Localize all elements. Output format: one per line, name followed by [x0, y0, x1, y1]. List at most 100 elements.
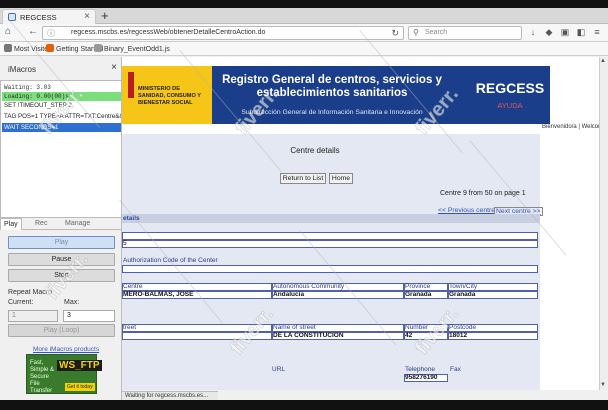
tab-title: REGCESS	[20, 13, 57, 22]
auth-code-label: Authorization Code of the Center	[123, 257, 218, 264]
province-label: Province	[405, 283, 431, 290]
sidebar-icon[interactable]: ◧	[576, 27, 586, 37]
more-products-link[interactable]: More iMacros products	[33, 346, 99, 353]
play-button[interactable]: Play	[8, 236, 115, 249]
page-title: Centre details	[290, 146, 340, 155]
centre-label: Centre	[123, 283, 143, 290]
macro-editor[interactable]: Waiting: 3.03 Loading: 0.00(00)s SET !TI…	[0, 80, 122, 218]
url-label: URL	[272, 366, 286, 373]
bookmark-label: Binary_EventOdd1.js	[104, 46, 170, 53]
detail-row	[122, 240, 538, 248]
brand-name[interactable]: REGCESS	[470, 80, 550, 96]
telephone-label: Telephone	[405, 366, 435, 373]
ad-text: Fast, Simple & Secure File Transfer	[30, 360, 55, 394]
site-title: Registro General de centros, servicios y…	[222, 74, 442, 99]
home-icon[interactable]: ⌂	[5, 26, 11, 37]
ministry-name: MINISTERIO DE SANIDAD, CONSUMO Y BIENEST…	[138, 86, 201, 106]
macro-line[interactable]: TAG POS=1 TYPE=A ATTR=TXT:Centre&&TITLE:…	[2, 112, 121, 121]
search-icon: ⚲	[413, 28, 419, 37]
max-label: Max:	[64, 299, 80, 306]
telephone-value: 958276190	[405, 374, 438, 381]
screen: REGCESS × + ⌂ ← ⓘ regcess.mscbs.es/regce…	[0, 0, 608, 410]
download-icon[interactable]: ↓	[528, 27, 538, 37]
auth-code-field	[122, 265, 538, 273]
macro-line-selected[interactable]: WAIT SECONDS=1	[2, 123, 121, 132]
ad-banner[interactable]: Fast, Simple & Secure File Transfer WS_F…	[26, 354, 102, 394]
scroll-up-icon[interactable]: ▲	[600, 58, 606, 64]
bottom-frame	[0, 400, 608, 410]
search-input[interactable]: ⚲ Search	[408, 26, 522, 40]
section-header: etails	[122, 214, 540, 223]
centre-value: MERO-BALMAS, JOSE	[123, 291, 194, 298]
ad-button[interactable]: Get it today	[65, 383, 95, 391]
fax-label: Fax	[450, 366, 461, 373]
town-value: Granada	[449, 291, 476, 298]
right-margin	[540, 134, 608, 390]
back-icon[interactable]: ←	[28, 26, 38, 37]
stop-button[interactable]: Stop	[8, 269, 115, 282]
bookmark-icon	[4, 44, 12, 52]
detail-value: 5	[123, 240, 127, 247]
new-tab-button[interactable]: +	[101, 8, 109, 23]
detail-row	[122, 232, 538, 240]
bookmark-icon	[94, 44, 102, 52]
tab-manage[interactable]: Manage	[62, 218, 93, 230]
play-loop-button[interactable]: Play (Loop)	[8, 324, 115, 337]
number-value: 42	[405, 332, 413, 339]
firefox-icon	[46, 44, 54, 52]
pause-button[interactable]: Pause	[8, 253, 115, 266]
tab-play[interactable]: Play	[0, 218, 22, 230]
community-value: Andalucía	[273, 291, 305, 298]
help-link[interactable]: AYUDA	[470, 101, 550, 110]
info-icon[interactable]: ⓘ	[47, 28, 55, 39]
imacros-tabs: Play Rec Manage	[0, 218, 122, 230]
province-value: Granada	[405, 291, 432, 298]
menu-icon[interactable]: ≡	[592, 27, 602, 37]
reload-icon[interactable]: ↻	[391, 28, 399, 39]
postcode-label: Postcode	[449, 324, 477, 331]
url-text: regcess.mscbs.es/regcessWeb/obtenerDetal…	[71, 29, 266, 36]
number-label: Number	[405, 324, 429, 331]
max-field[interactable]: 3	[63, 310, 115, 322]
imacros-title: iMacros	[8, 65, 37, 74]
extension-icon[interactable]: ◆	[544, 27, 554, 37]
scroll-down-icon[interactable]: ▼	[600, 382, 606, 388]
addon-icon[interactable]: ▣	[560, 27, 570, 37]
town-label: Town/City	[449, 283, 478, 290]
street-label: treet	[123, 324, 137, 331]
close-icon[interactable]: ×	[111, 62, 117, 73]
site-favicon-icon	[8, 13, 16, 21]
loading-line: Loading: 0.00(00)s	[2, 92, 121, 101]
scrollbar[interactable]	[599, 57, 608, 390]
tab-close-icon[interactable]: ×	[84, 11, 90, 22]
url-bar[interactable]: ⓘ regcess.mscbs.es/regcessWeb/obtenerDet…	[42, 26, 404, 40]
cell	[122, 332, 272, 340]
site-subtitle: Subdirección General de Información Sani…	[241, 109, 423, 116]
current-field: 1	[8, 310, 58, 322]
street-name-value: DE LA CONSTITUCION	[273, 332, 344, 339]
top-frame	[0, 0, 608, 8]
status-bar: Waiting for regcess.mscbs.es...	[122, 391, 218, 400]
repeat-label: Repeat Macro	[8, 289, 52, 296]
tab-rec[interactable]: Rec	[32, 218, 50, 230]
ad-logo: WS_FTP	[57, 360, 102, 371]
macro-line[interactable]: SET !TIMEOUT_STEP 2	[2, 101, 121, 110]
flag-stripe-icon	[128, 72, 134, 98]
welcome-text[interactable]: Bienvenido/a | Welcome	[542, 124, 606, 130]
cell	[122, 283, 272, 291]
home-button[interactable]: Home	[329, 173, 353, 184]
ministry-logo[interactable]: MINISTERIO DE SANIDAD, CONSUMO Y BIENEST…	[122, 66, 212, 124]
pager-text: Centre 9 from 50 on page 1	[440, 190, 526, 197]
previous-centre-link[interactable]: << Previous centre	[438, 207, 495, 214]
return-to-list-button[interactable]: Return to List	[280, 173, 326, 184]
status-line: Waiting: 3.03	[4, 84, 51, 91]
cell	[122, 324, 272, 332]
current-label: Current:	[8, 299, 34, 306]
street-name-label: Name of street	[273, 324, 316, 331]
search-placeholder: Search	[425, 29, 448, 36]
postcode-value: 18012	[449, 332, 468, 339]
imacros-header: iMacros ×	[0, 62, 122, 76]
browser-tab[interactable]: REGCESS ×	[2, 9, 96, 24]
bookmark-most-visited[interactable]: Most Visited	[4, 44, 52, 53]
bookmark-binary[interactable]: Binary_EventOdd1.js	[94, 44, 170, 53]
